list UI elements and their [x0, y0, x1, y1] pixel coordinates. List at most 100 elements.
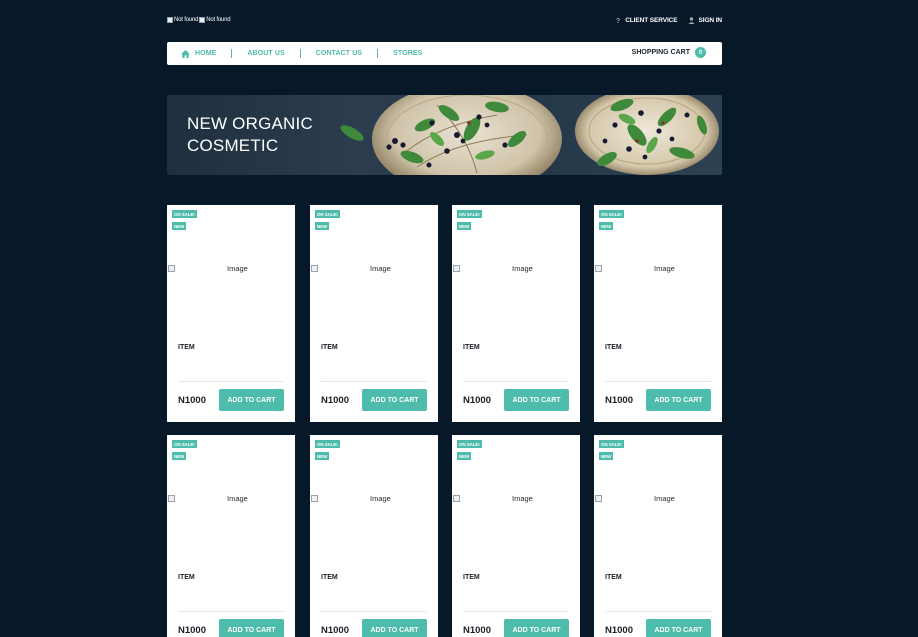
- card-divider: [178, 611, 284, 612]
- broken-image-icon: [311, 495, 318, 502]
- broken-image-icon: [311, 265, 318, 272]
- product-price: N1000: [321, 395, 349, 406]
- add-to-cart-button[interactable]: ADD TO CART: [646, 389, 711, 411]
- product-card[interactable]: ON SALE! NEW Image ITEM N1000 ADD TO CAR…: [452, 205, 580, 422]
- add-to-cart-button[interactable]: ADD TO CART: [504, 619, 569, 637]
- product-price: N1000: [178, 625, 206, 636]
- product-name: ITEM: [178, 344, 195, 351]
- add-to-cart-button[interactable]: ADD TO CART: [504, 389, 569, 411]
- card-divider: [321, 611, 427, 612]
- new-badge: NEW: [172, 222, 187, 230]
- client-service-link[interactable]: ? CLIENT SERVICE: [615, 17, 677, 24]
- product-image[interactable]: Image: [595, 494, 675, 503]
- product-card[interactable]: ON SALE! NEW Image ITEM N1000 ADD TO CAR…: [310, 205, 438, 422]
- product-price: N1000: [605, 395, 633, 406]
- card-divider: [463, 611, 569, 612]
- product-name: ITEM: [463, 344, 480, 351]
- product-name: ITEM: [463, 574, 480, 581]
- nav-item-contact[interactable]: CONTACT US: [316, 42, 362, 65]
- product-name: ITEM: [178, 574, 195, 581]
- product-name: ITEM: [605, 574, 622, 581]
- home-icon: [181, 49, 190, 58]
- top-bar: Not found Not found ? CLIENT SERVICE SIG…: [167, 16, 722, 30]
- hero-banner[interactable]: NEW ORGANIC COSMETIC: [167, 95, 722, 175]
- image-alt-text: Image: [512, 264, 533, 273]
- product-card[interactable]: ON SALE! NEW Image ITEM N1000 ADD TO CAR…: [594, 205, 722, 422]
- product-name: ITEM: [605, 344, 622, 351]
- product-card[interactable]: ON SALE! NEW Image ITEM N1000 ADD TO CAR…: [167, 205, 295, 422]
- product-card[interactable]: ON SALE! NEW Image ITEM N1000 ADD TO CAR…: [167, 435, 295, 637]
- shopping-cart-link[interactable]: SHOPPING CART 0: [632, 47, 706, 58]
- image-alt-text: Image: [227, 494, 248, 503]
- logo-group[interactable]: Not found Not found: [167, 17, 231, 23]
- broken-image-icon: [453, 265, 460, 272]
- logo-alt-text: Not found: [206, 17, 231, 23]
- broken-image-icon: [595, 495, 602, 502]
- cart-count-badge: 0: [695, 47, 706, 58]
- product-image[interactable]: Image: [168, 494, 248, 503]
- add-to-cart-button[interactable]: ADD TO CART: [362, 619, 427, 637]
- product-card[interactable]: ON SALE! NEW Image ITEM N1000 ADD TO CAR…: [594, 435, 722, 637]
- nav-item-label: STORES: [393, 50, 423, 57]
- broken-image-icon: [168, 495, 175, 502]
- product-image[interactable]: Image: [311, 264, 391, 273]
- card-divider: [321, 381, 427, 382]
- nav-item-about[interactable]: ABOUT US: [247, 42, 284, 65]
- add-to-cart-button[interactable]: ADD TO CART: [362, 389, 427, 411]
- logo-alt-text: Not found: [174, 17, 199, 23]
- on-sale-badge: ON SALE!: [457, 210, 482, 218]
- product-price: N1000: [178, 395, 206, 406]
- image-alt-text: Image: [654, 264, 675, 273]
- on-sale-badge: ON SALE!: [172, 440, 197, 448]
- product-price: N1000: [321, 625, 349, 636]
- image-alt-text: Image: [654, 494, 675, 503]
- add-to-cart-button[interactable]: ADD TO CART: [219, 389, 284, 411]
- new-badge: NEW: [315, 222, 330, 230]
- product-image[interactable]: Image: [168, 264, 248, 273]
- product-image[interactable]: Image: [595, 264, 675, 273]
- broken-image-icon: [168, 265, 175, 272]
- logo-image[interactable]: Not found: [199, 17, 231, 23]
- broken-image-icon: [595, 265, 602, 272]
- product-image[interactable]: Image: [453, 494, 533, 503]
- product-name: ITEM: [321, 344, 338, 351]
- svg-text:?: ?: [616, 18, 620, 24]
- nav-item-stores[interactable]: STORES: [393, 42, 422, 65]
- nav-divider: [377, 49, 379, 58]
- image-alt-text: Image: [512, 494, 533, 503]
- product-price: N1000: [463, 395, 491, 406]
- on-sale-badge: ON SALE!: [172, 210, 197, 218]
- on-sale-badge: ON SALE!: [315, 440, 340, 448]
- new-badge: NEW: [457, 452, 472, 460]
- new-badge: NEW: [172, 452, 187, 460]
- logo-image[interactable]: Not found: [167, 17, 198, 23]
- on-sale-badge: ON SALE!: [457, 440, 482, 448]
- nav-item-home[interactable]: HOME: [181, 42, 216, 65]
- image-alt-text: Image: [370, 264, 391, 273]
- new-badge: NEW: [599, 222, 614, 230]
- card-divider: [605, 381, 711, 382]
- card-divider: [605, 611, 711, 612]
- add-to-cart-button[interactable]: ADD TO CART: [219, 619, 284, 637]
- top-links: ? CLIENT SERVICE SIGN IN: [615, 17, 722, 24]
- product-card[interactable]: ON SALE! NEW Image ITEM N1000 ADD TO CAR…: [452, 435, 580, 637]
- broken-image-icon: [167, 17, 173, 23]
- product-image[interactable]: Image: [453, 264, 533, 273]
- nav-items: HOME ABOUT US CONTACT US STORES: [167, 42, 422, 65]
- sign-in-link[interactable]: SIGN IN: [688, 17, 723, 24]
- add-to-cart-button[interactable]: ADD TO CART: [646, 619, 711, 637]
- client-service-label: CLIENT SERVICE: [625, 17, 678, 24]
- shopping-cart-label: SHOPPING CART: [631, 49, 690, 56]
- product-image[interactable]: Image: [311, 494, 391, 503]
- nav-divider: [231, 49, 233, 58]
- banner-title: NEW ORGANIC COSMETIC: [187, 114, 313, 155]
- product-name: ITEM: [321, 574, 338, 581]
- on-sale-badge: ON SALE!: [599, 440, 624, 448]
- sign-in-label: SIGN IN: [698, 17, 723, 24]
- card-divider: [463, 381, 569, 382]
- product-card[interactable]: ON SALE! NEW Image ITEM N1000 ADD TO CAR…: [310, 435, 438, 637]
- broken-image-icon: [199, 17, 206, 23]
- image-alt-text: Image: [227, 264, 248, 273]
- new-badge: NEW: [599, 452, 614, 460]
- nav-item-label: CONTACT US: [315, 50, 363, 57]
